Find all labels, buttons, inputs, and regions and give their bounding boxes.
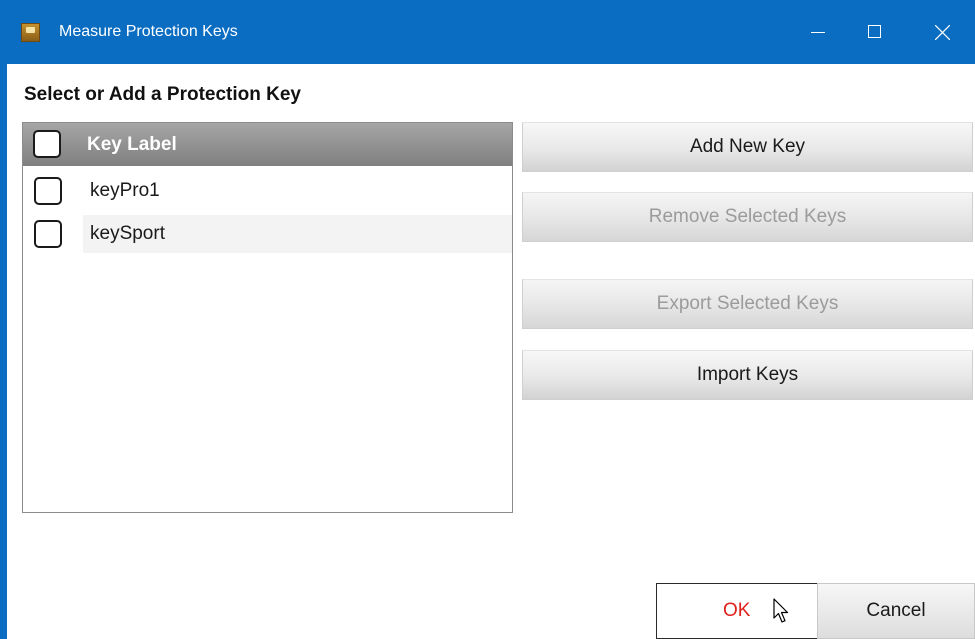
maximize-button[interactable] (847, 0, 903, 64)
maximize-icon (868, 25, 881, 38)
list-item[interactable]: keyPro1 (23, 172, 512, 210)
close-icon (935, 25, 950, 40)
key-list: Key Label keyPro1 keySport (22, 122, 513, 513)
ok-button[interactable]: OK (656, 583, 819, 639)
window-title: Measure Protection Keys (59, 23, 238, 40)
dialog-window: Measure Protection Keys Select or Add a … (0, 0, 975, 639)
title-bar[interactable]: Measure Protection Keys (0, 0, 975, 64)
row-checkbox[interactable] (34, 177, 62, 205)
close-button[interactable] (911, 0, 975, 64)
export-selected-keys-button[interactable]: Export Selected Keys (522, 279, 973, 329)
ok-label: OK (723, 600, 751, 621)
list-item[interactable]: keySport (23, 215, 512, 253)
key-label: keyPro1 (90, 180, 160, 201)
key-label: keySport (90, 223, 165, 244)
list-header: Key Label (23, 123, 512, 166)
column-header-key-label[interactable]: Key Label (87, 134, 177, 156)
import-keys-button[interactable]: Import Keys (522, 350, 973, 400)
section-heading: Select or Add a Protection Key (24, 84, 301, 105)
add-new-key-button[interactable]: Add New Key (522, 122, 973, 172)
remove-selected-keys-button[interactable]: Remove Selected Keys (522, 192, 973, 242)
app-icon (21, 23, 40, 42)
minimize-button[interactable] (791, 0, 847, 64)
minimize-icon (811, 32, 825, 33)
mouse-pointer-icon (773, 598, 789, 623)
select-all-checkbox[interactable] (33, 130, 61, 158)
cancel-button[interactable]: Cancel (817, 583, 975, 639)
window-border (0, 64, 7, 639)
row-checkbox[interactable] (34, 220, 62, 248)
